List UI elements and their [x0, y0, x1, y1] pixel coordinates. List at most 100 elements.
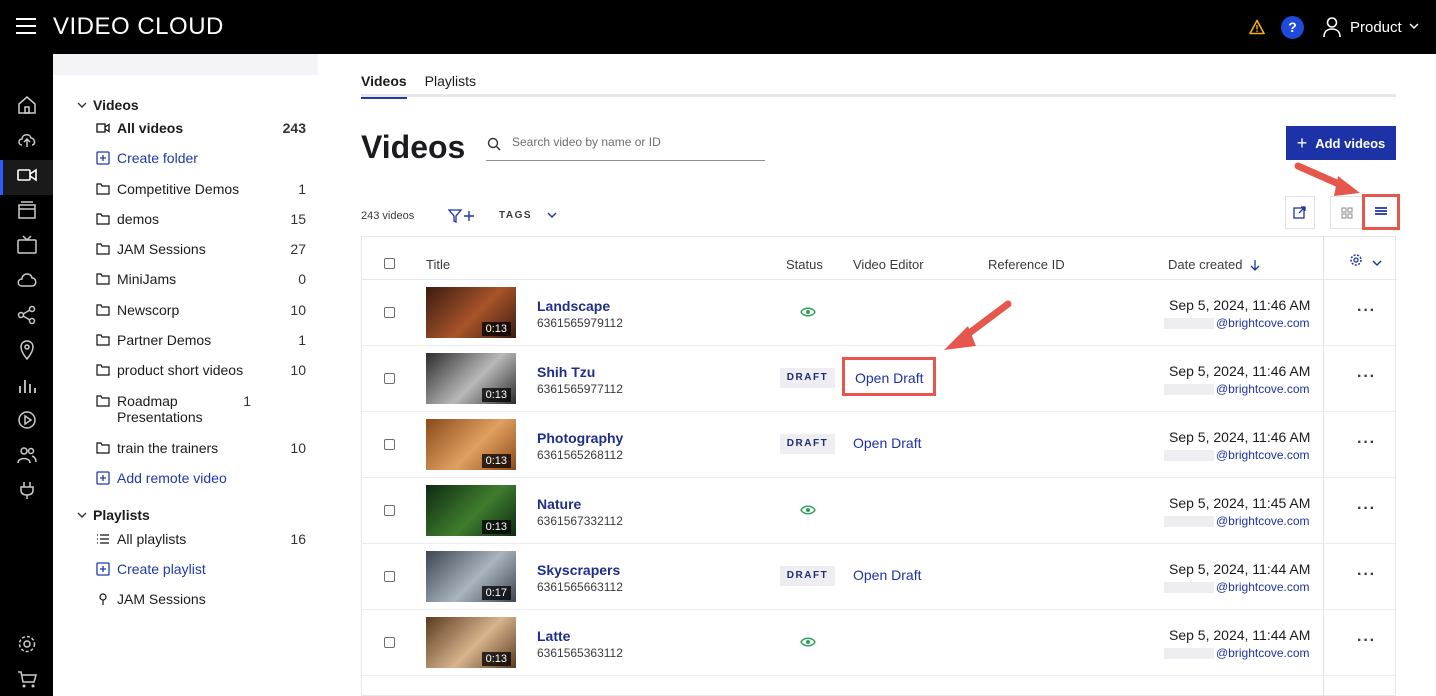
row-checkbox[interactable]	[384, 637, 395, 648]
create-playlist-link[interactable]: Create playlist	[96, 561, 306, 577]
row-actions-menu[interactable]: ···	[1357, 500, 1376, 518]
folder-item[interactable]: Newscorp 10	[96, 302, 306, 318]
all-playlists-item[interactable]: All playlists 16	[96, 531, 306, 547]
playlists-section-toggle[interactable]: Playlists	[77, 507, 150, 523]
column-video-editor[interactable]: Video Editor	[853, 257, 924, 272]
upload-icon[interactable]	[16, 129, 38, 151]
column-reference-id[interactable]: Reference ID	[988, 257, 1065, 272]
video-title-link[interactable]: Latte	[537, 628, 570, 644]
row-checkbox[interactable]	[384, 307, 395, 318]
folder-item[interactable]: product short videos 10	[96, 362, 306, 378]
videos-section-label: Videos	[93, 97, 139, 113]
folder-item[interactable]: demos 15	[96, 211, 306, 227]
column-title[interactable]: Title	[426, 257, 450, 272]
row-actions-menu[interactable]: ···	[1357, 368, 1376, 386]
settings-gear-icon[interactable]	[16, 633, 38, 655]
cloud-icon[interactable]	[16, 269, 38, 291]
folder-icon	[96, 334, 110, 346]
column-date-created[interactable]: Date created	[1168, 257, 1242, 272]
open-draft-link[interactable]: Open Draft	[853, 435, 921, 451]
video-thumbnail[interactable]: 0:13	[426, 617, 516, 668]
folder-item[interactable]: JAM Sessions 27	[96, 241, 306, 257]
chevron-down-icon[interactable]	[547, 211, 557, 219]
settings-gear-icon[interactable]	[1349, 253, 1363, 267]
add-remote-video-link[interactable]: Add remote video	[96, 470, 306, 486]
table-row[interactable]: 0:13 Nature 6361567332112 Sep 5, 2024, 1…	[362, 478, 1397, 544]
folder-label: Create folder	[117, 150, 198, 166]
video-thumbnail[interactable]: 0:13	[426, 353, 516, 404]
chevron-down-icon[interactable]	[1408, 21, 1420, 31]
add-filter-icon[interactable]	[448, 209, 478, 223]
home-icon[interactable]	[16, 94, 38, 116]
playlist-item[interactable]: JAM Sessions	[96, 591, 306, 607]
table-row[interactable]: 0:13 Photography 6361565268112 DRAFT Ope…	[362, 412, 1397, 478]
chevron-down-icon[interactable]	[1372, 259, 1382, 267]
media-library-icon[interactable]	[16, 199, 38, 221]
grid-view-button[interactable]	[1330, 196, 1364, 229]
video-thumbnail[interactable]: 0:13	[426, 287, 516, 338]
row-actions-menu[interactable]: ···	[1357, 434, 1376, 452]
playlists-section-label: Playlists	[93, 507, 150, 523]
location-pin-icon[interactable]	[16, 339, 38, 361]
video-thumbnail[interactable]: 0:17	[426, 551, 516, 602]
table-row[interactable]: 0:17 Skyscrapers 6361565663112 DRAFT Ope…	[362, 544, 1397, 610]
brand-logo[interactable]: VIDEO CLOUD	[53, 13, 224, 41]
video-title-link[interactable]: Landscape	[537, 298, 610, 314]
create-folder-link[interactable]: Create folder	[96, 150, 306, 166]
row-checkbox[interactable]	[384, 439, 395, 450]
table-row[interactable]: 0:13 Shih Tzu 6361565977112 DRAFT Open D…	[362, 346, 1397, 412]
folder-icon	[96, 442, 110, 454]
folder-icon	[96, 243, 110, 255]
folder-item[interactable]: Partner Demos 1	[96, 332, 306, 348]
video-title-link[interactable]: Nature	[537, 496, 581, 512]
folder-item[interactable]: train the trainers 10	[96, 440, 306, 456]
open-draft-link[interactable]: Open Draft	[853, 567, 921, 583]
row-actions-menu[interactable]: ···	[1357, 566, 1376, 584]
creator-email: @brightcove.com	[1164, 514, 1310, 528]
folder-item[interactable]: MiniJams 0	[96, 271, 306, 287]
chevron-down-icon	[77, 102, 87, 108]
export-button[interactable]	[1285, 196, 1315, 229]
video-thumbnail[interactable]: 0:13	[426, 419, 516, 470]
account-menu-label[interactable]: Product	[1350, 19, 1402, 36]
folder-count: 1	[298, 332, 306, 348]
row-checkbox[interactable]	[384, 571, 395, 582]
folder-all-videos[interactable]: All videos 243	[96, 120, 306, 136]
menu-icon[interactable]	[16, 18, 36, 34]
select-all-checkbox[interactable]	[384, 258, 395, 269]
video-thumbnail[interactable]: 0:13	[426, 485, 516, 536]
row-checkbox[interactable]	[384, 373, 395, 384]
warning-icon[interactable]	[1249, 19, 1265, 35]
add-videos-button[interactable]: + Add videos	[1286, 126, 1396, 160]
folder-label: Partner Demos	[117, 332, 212, 348]
row-checkbox[interactable]	[384, 505, 395, 516]
search-input[interactable]	[512, 135, 762, 149]
share-icon[interactable]	[16, 304, 38, 326]
open-draft-link[interactable]: Open Draft	[842, 357, 937, 396]
list-view-button[interactable]	[1362, 194, 1400, 230]
sort-down-icon[interactable]	[1250, 259, 1260, 271]
row-actions-menu[interactable]: ···	[1357, 632, 1376, 650]
video-title-link[interactable]: Shih Tzu	[537, 364, 595, 380]
video-title-link[interactable]: Photography	[537, 430, 623, 446]
videos-section-toggle[interactable]: Videos	[77, 97, 139, 113]
help-icon[interactable]: ?	[1281, 16, 1304, 39]
analytics-icon[interactable]	[16, 374, 38, 396]
users-icon[interactable]	[16, 444, 38, 466]
video-count: 243 videos	[361, 210, 415, 222]
tags-filter[interactable]: TAGS	[499, 210, 532, 221]
user-icon[interactable]	[1322, 16, 1342, 38]
column-status[interactable]: Status	[786, 257, 823, 272]
video-title-link[interactable]: Skyscrapers	[537, 562, 620, 578]
folder-item[interactable]: Roadmap Presentations 1	[96, 393, 306, 425]
plug-icon[interactable]	[16, 479, 38, 501]
row-actions-menu[interactable]: ···	[1357, 302, 1376, 320]
search-box[interactable]	[486, 133, 765, 161]
play-circle-icon[interactable]	[16, 409, 38, 431]
folder-item[interactable]: Competitive Demos 1	[96, 181, 306, 197]
cart-icon[interactable]	[16, 668, 38, 690]
video-camera-icon[interactable]	[16, 164, 38, 186]
table-row[interactable]: 0:13 Landscape 6361565979112 Sep 5, 2024…	[362, 280, 1397, 346]
tv-icon[interactable]	[16, 234, 38, 256]
table-row[interactable]: 0:13 Latte 6361565363112 Sep 5, 2024, 11…	[362, 610, 1397, 676]
